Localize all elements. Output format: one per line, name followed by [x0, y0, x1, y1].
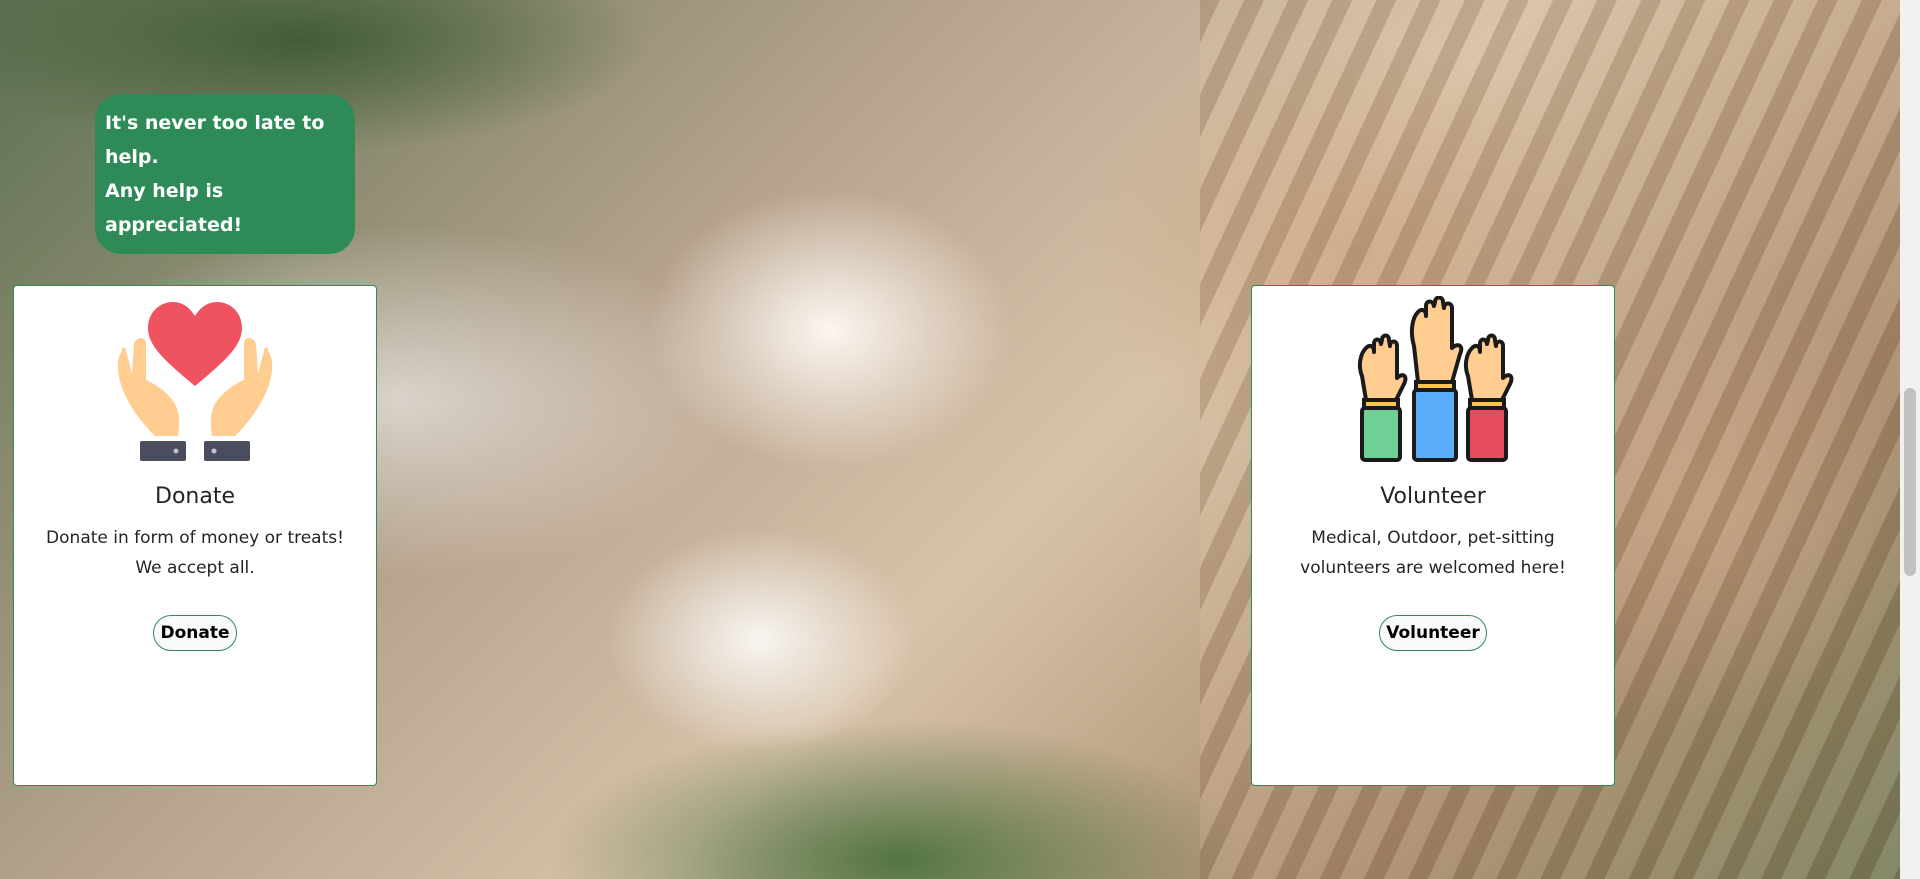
raised-hands-icon — [1357, 296, 1514, 462]
donate-card: Donate Donate in form of money or treats… — [13, 285, 377, 786]
volunteer-card: Volunteer Medical, Outdoor, pet-sitting … — [1251, 285, 1615, 786]
banner-line-2: Any help is appreciated! — [105, 180, 243, 236]
volunteer-text-line-2: volunteers are welcomed here! — [1300, 558, 1566, 578]
page: It's never too late to help. Any help is… — [0, 0, 1920, 879]
donate-title: Donate — [155, 484, 235, 509]
help-banner: It's never too late to help. Any help is… — [95, 94, 355, 254]
volunteer-button[interactable]: Volunteer — [1379, 615, 1487, 651]
donate-text-line-1: Donate in form of money or treats! — [46, 528, 344, 548]
donate-button[interactable]: Donate — [153, 615, 237, 651]
scrollbar-thumb[interactable] — [1904, 388, 1916, 576]
volunteer-text-line-1: Medical, Outdoor, pet-sitting — [1311, 528, 1555, 548]
heart-hands-icon — [117, 302, 273, 461]
donate-description: Donate in form of money or treats! We ac… — [35, 523, 355, 583]
volunteer-description: Medical, Outdoor, pet-sitting volunteers… — [1273, 523, 1593, 583]
vertical-scrollbar[interactable] — [1900, 0, 1920, 879]
donate-text-line-2: We accept all. — [135, 558, 255, 578]
volunteer-title: Volunteer — [1380, 484, 1486, 509]
banner-line-1: It's never too late to help. — [105, 112, 325, 168]
